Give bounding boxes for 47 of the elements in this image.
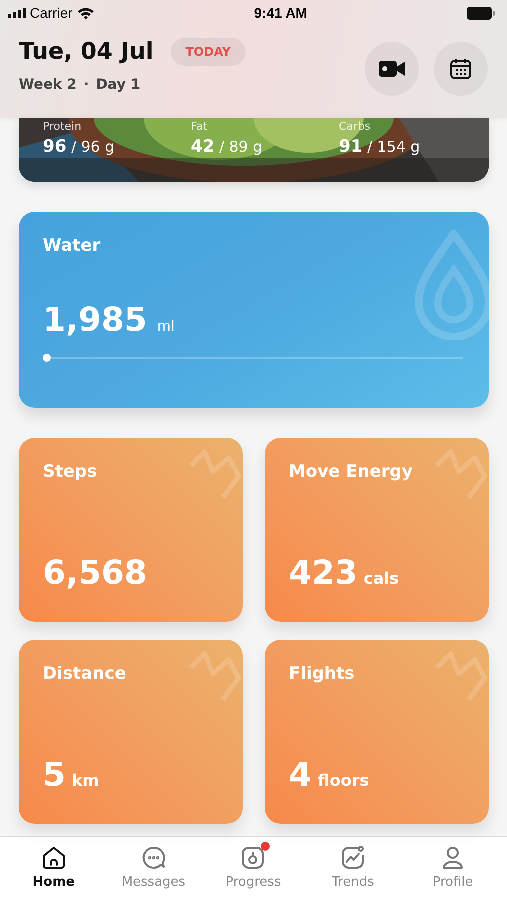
chart-icon <box>340 845 366 871</box>
tab[interactable]: Progress <box>208 845 298 897</box>
macro-label: Protein <box>43 120 83 133</box>
tab[interactable]: Messages <box>108 845 199 897</box>
tab[interactable]: Trends <box>308 845 398 897</box>
clock: 9:41 AM <box>254 5 308 21</box>
metric-label: Move Energy <box>289 462 414 482</box>
metric-card[interactable]: Steps 6,568 <box>19 438 243 622</box>
date-title: Tue, 04 Jul <box>19 39 154 65</box>
separator-dot: · <box>84 77 90 93</box>
today-badge: TODAY <box>170 38 246 66</box>
metric-value: 5 <box>43 755 66 794</box>
battery-icon <box>466 6 495 20</box>
metric-unit: cals <box>364 569 400 588</box>
tab[interactable]: Profile <box>408 845 498 897</box>
day-label: Day 1 <box>96 77 141 93</box>
signal-icon <box>8 8 26 18</box>
home-icon <box>40 845 67 871</box>
metric-label: Flights <box>289 664 355 684</box>
water-label: Water <box>43 236 101 256</box>
metric-unit: km <box>72 771 100 790</box>
carrier: Carrier <box>30 5 73 21</box>
wifi-icon <box>76 6 95 20</box>
macro-value: 96 / 96 g <box>43 137 116 157</box>
calendar-icon <box>450 58 472 80</box>
water-unit: ml <box>157 319 175 335</box>
metric-card[interactable]: Distance 5 km <box>19 640 243 824</box>
metric-card[interactable]: Flights 4 floors <box>265 640 489 824</box>
week-label: Week 2 <box>19 77 77 93</box>
metric-label: Steps <box>43 462 98 482</box>
metric-value: 6,568 <box>43 553 148 592</box>
metric-unit: floors <box>318 771 370 790</box>
metric-label: Distance <box>43 664 126 684</box>
tab[interactable]: Home <box>8 845 99 897</box>
macro-value: 42 / 89 g <box>191 137 264 157</box>
macro-label: Fat <box>191 120 208 133</box>
metric-value: 4 <box>289 755 312 794</box>
drop-icon <box>415 230 489 340</box>
water-card[interactable]: Water 1,985 ml <box>19 212 489 408</box>
metric-value: 423 <box>289 553 358 592</box>
chat-icon <box>140 845 167 871</box>
scale-icon <box>240 845 266 871</box>
metric-card[interactable]: Move Energy 423 cals <box>265 438 489 622</box>
video-camera-icon <box>379 60 405 78</box>
macro-value: 91 / 154 g <box>339 137 422 157</box>
macro-label: Carbs <box>339 120 372 133</box>
water-amount: 1,985 <box>43 300 148 339</box>
